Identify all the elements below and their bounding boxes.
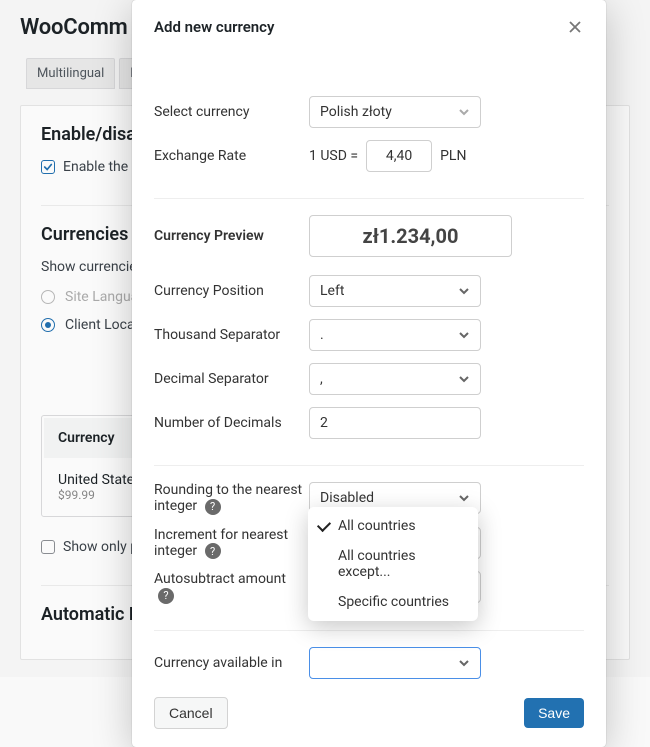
thousand-select[interactable]: .: [309, 319, 481, 351]
available-dropdown[interactable]: All countries All countries except... Sp…: [308, 507, 478, 621]
decimal-value: ,: [320, 371, 323, 387]
dropdown-option-specific[interactable]: Specific countries: [308, 587, 478, 617]
increment-label: Increment for nearest integer ?: [154, 527, 309, 560]
exchange-rate-label: Exchange Rate: [154, 148, 309, 164]
chevron-down-icon: [458, 373, 470, 385]
rounding-label: Rounding to the nearest integer ?: [154, 482, 309, 515]
help-icon[interactable]: ?: [158, 588, 174, 604]
divider: [154, 465, 584, 466]
chevron-down-icon: [458, 285, 470, 297]
chevron-down-icon: [458, 657, 470, 669]
num-decimals-label: Number of Decimals: [154, 415, 309, 431]
thousand-label: Thousand Separator: [154, 327, 309, 343]
currency-preview: zł1.234,00: [309, 215, 512, 257]
select-currency-value: Polish złoty: [320, 104, 392, 120]
num-decimals-input[interactable]: 2: [309, 407, 481, 439]
thousand-value: .: [320, 327, 324, 343]
select-currency-label: Select currency: [154, 104, 309, 120]
preview-label: Currency Preview: [154, 228, 309, 244]
dropdown-option-all[interactable]: All countries: [308, 511, 478, 541]
chevron-down-icon: [458, 106, 470, 118]
position-value: Left: [320, 283, 344, 299]
modal-title: Add new currency: [154, 18, 274, 36]
chevron-down-icon: [458, 329, 470, 341]
cancel-button[interactable]: Cancel: [154, 697, 228, 729]
available-select[interactable]: [309, 647, 481, 679]
close-icon[interactable]: [566, 18, 584, 36]
add-currency-modal: Add new currency Select currency Polish …: [132, 0, 606, 747]
available-label: Currency available in: [154, 655, 309, 671]
position-label: Currency Position: [154, 283, 309, 299]
select-currency[interactable]: Polish złoty: [309, 96, 481, 128]
exchange-suffix: PLN: [440, 148, 466, 164]
dropdown-option-except[interactable]: All countries except...: [308, 541, 478, 587]
rounding-value: Disabled: [320, 490, 374, 506]
divider: [154, 630, 584, 631]
chevron-down-icon: [458, 492, 470, 504]
decimal-select[interactable]: ,: [309, 363, 481, 395]
help-icon[interactable]: ?: [205, 499, 221, 515]
divider: [154, 198, 584, 199]
autosub-label: Autosubtract amount ?: [154, 571, 309, 604]
save-button[interactable]: Save: [524, 698, 584, 728]
position-select[interactable]: Left: [309, 275, 481, 307]
decimal-label: Decimal Separator: [154, 371, 309, 387]
help-icon[interactable]: ?: [205, 543, 221, 559]
exchange-rate-input[interactable]: 4,40: [366, 140, 432, 172]
exchange-prefix: 1 USD =: [309, 148, 358, 164]
